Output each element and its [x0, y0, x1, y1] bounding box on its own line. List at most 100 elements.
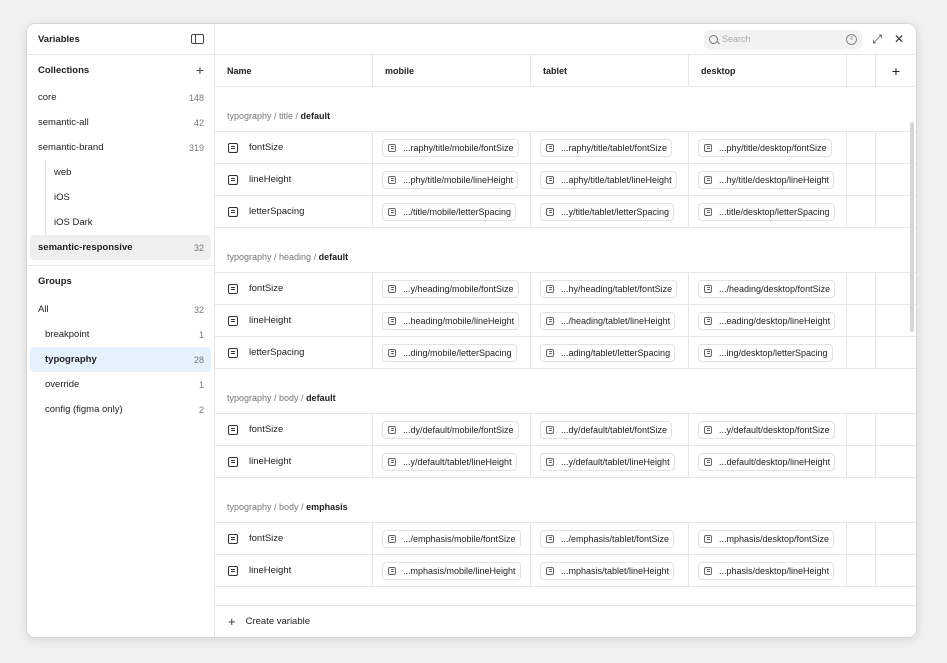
- alias-chip[interactable]: ...hy/title/desktop/lineHeight: [698, 170, 835, 189]
- alias-chip[interactable]: ...mphasis/mobile/lineHeight: [382, 561, 521, 580]
- variable-name-cell[interactable]: lineHeight: [215, 305, 373, 336]
- alias-chip[interactable]: ...title/desktop/letterSpacing: [698, 202, 835, 221]
- value-cell-tablet: ...aphy/title/tablet/lineHeight: [531, 164, 689, 195]
- variable-name-cell[interactable]: lineHeight: [215, 555, 373, 586]
- value-cell-tablet: ...raphy/title/tablet/fontSize: [531, 132, 689, 163]
- variable-name-cell[interactable]: fontSize: [215, 523, 373, 554]
- create-variable-label: Create variable: [245, 616, 311, 627]
- alias-chip[interactable]: ...aphy/title/tablet/lineHeight: [540, 170, 677, 189]
- alias-chip[interactable]: ...dy/default/mobile/fontSize: [382, 420, 519, 439]
- alias-chip[interactable]: ...default/desktop/lineHeight: [698, 452, 836, 471]
- sidebar-toggle-icon[interactable]: [191, 34, 204, 44]
- table-row[interactable]: lineHeight ...mphasis/mobile/lineHeight..…: [215, 555, 916, 587]
- variable-name-cell[interactable]: letterSpacing: [215, 196, 373, 227]
- collection-item-core[interactable]: core 148: [27, 85, 214, 110]
- table-row[interactable]: fontSize ...dy/default/mobile/fontSize...…: [215, 414, 916, 446]
- table-row[interactable]: fontSize .../emphasis/mobile/fontSize .../…: [215, 523, 916, 555]
- table-row[interactable]: letterSpacing .../title/mobile/letterSpac…: [215, 196, 916, 228]
- table-row[interactable]: fontSize ...raphy/title/mobile/fontSize..…: [215, 132, 916, 164]
- table-row[interactable]: lineHeight ...phy/title/mobile/lineHeight…: [215, 164, 916, 196]
- column-header-tablet[interactable]: tablet: [531, 55, 689, 86]
- group-item-config[interactable]: config (figma only) 2: [27, 397, 214, 422]
- group-item-breakpoint[interactable]: breakpoint 1: [27, 322, 214, 347]
- alias-chip[interactable]: ...y/title/tablet/letterSpacing: [540, 202, 675, 221]
- filter-icon[interactable]: ≡: [846, 33, 857, 45]
- close-icon[interactable]: ✕: [892, 32, 906, 46]
- column-header-mobile[interactable]: mobile: [373, 55, 531, 86]
- alias-icon: [704, 207, 712, 216]
- column-header-desktop[interactable]: desktop: [689, 55, 847, 86]
- value-cell-desktop: ...title/desktop/letterSpacing: [689, 196, 847, 227]
- group-item-override[interactable]: override 1: [27, 372, 214, 397]
- alias-chip[interactable]: ...ding/mobile/letterSpacing: [382, 343, 517, 362]
- search-input[interactable]: [722, 34, 842, 44]
- variable-icon: [228, 533, 238, 544]
- alias-icon: [546, 316, 554, 325]
- alias-chip[interactable]: .../emphasis/mobile/fontSize: [382, 529, 521, 548]
- alias-chip[interactable]: ...mphasis/tablet/lineHeight: [540, 561, 675, 580]
- variable-name-cell[interactable]: fontSize: [215, 273, 373, 304]
- alias-icon: [388, 534, 396, 543]
- alias-value: ...ing/desktop/letterSpacing: [719, 347, 828, 358]
- variable-name-cell[interactable]: lineHeight: [215, 164, 373, 195]
- create-variable-button[interactable]: + Create variable: [215, 605, 916, 637]
- group-item-typography[interactable]: typography 28: [30, 347, 211, 372]
- collection-mode-web[interactable]: web: [27, 160, 214, 185]
- alias-value: ...raphy/title/mobile/fontSize: [403, 142, 514, 153]
- alias-chip[interactable]: ...y/heading/mobile/fontSize: [382, 279, 519, 298]
- variable-name-cell[interactable]: lineHeight: [215, 446, 373, 477]
- alias-chip[interactable]: .../heading/tablet/lineHeight: [540, 311, 676, 330]
- alias-chip[interactable]: ...mphasis/desktop/fontSize: [698, 529, 835, 548]
- collection-item-semantic-brand[interactable]: semantic-brand 319: [27, 135, 214, 160]
- alias-icon: [546, 566, 554, 575]
- alias-chip[interactable]: ...raphy/title/tablet/fontSize: [540, 138, 673, 157]
- table-row[interactable]: letterSpacing ...ding/mobile/letterSpacin…: [215, 337, 916, 369]
- variable-name-cell[interactable]: fontSize: [215, 132, 373, 163]
- alias-icon: [388, 457, 396, 466]
- alias-chip[interactable]: ...ing/desktop/letterSpacing: [698, 343, 833, 362]
- group-header: typography / heading / default: [215, 228, 916, 273]
- variable-icon: [228, 424, 238, 435]
- alias-chip[interactable]: ...dy/default/tablet/fontSize: [540, 420, 673, 439]
- collection-mode-ios-dark[interactable]: iOS Dark: [27, 210, 214, 235]
- alias-icon: [704, 534, 712, 543]
- alias-chip[interactable]: .../emphasis/tablet/fontSize: [540, 529, 675, 548]
- table-row[interactable]: fontSize ...y/heading/mobile/fontSize ...h…: [215, 273, 916, 305]
- collection-item-semantic-all[interactable]: semantic-all 42: [27, 110, 214, 135]
- search-box[interactable]: ≡: [704, 29, 862, 49]
- scrollbar[interactable]: [910, 122, 914, 332]
- expand-icon[interactable]: ⤢: [870, 32, 884, 46]
- alias-chip[interactable]: ...ading/tablet/letterSpacing: [540, 343, 676, 362]
- alias-value: ...mphasis/desktop/fontSize: [719, 533, 830, 544]
- collection-item-semantic-responsive[interactable]: semantic-responsive 32: [30, 235, 211, 260]
- variable-name: fontSize: [249, 424, 284, 435]
- table-row[interactable]: lineHeight ...y/default/tablet/lineHeight…: [215, 446, 916, 478]
- alias-icon: [388, 207, 396, 216]
- alias-icon: [546, 425, 554, 434]
- value-cell-tablet: ...y/default/tablet/lineHeight: [531, 446, 689, 477]
- group-item-all[interactable]: All 32: [27, 297, 214, 322]
- alias-chip[interactable]: ...y/default/tablet/lineHeight: [540, 452, 675, 471]
- collection-mode-ios[interactable]: iOS: [27, 185, 214, 210]
- variable-icon: [228, 347, 238, 358]
- variable-name-cell[interactable]: letterSpacing: [215, 337, 373, 368]
- variable-name: fontSize: [249, 283, 284, 294]
- add-mode-icon[interactable]: +: [876, 55, 916, 86]
- alias-chip[interactable]: ...phasis/desktop/lineHeight: [698, 561, 835, 580]
- table-row[interactable]: lineHeight ...heading/mobile/lineHeight..…: [215, 305, 916, 337]
- alias-chip[interactable]: ...y/default/desktop/fontSize: [698, 420, 835, 439]
- alias-chip[interactable]: ...hy/heading/tablet/fontSize: [540, 279, 678, 298]
- alias-chip[interactable]: .../title/mobile/letterSpacing: [382, 202, 517, 221]
- alias-chip[interactable]: ...y/default/tablet/lineHeight: [382, 452, 517, 471]
- alias-value: ...mphasis/mobile/lineHeight: [403, 565, 516, 576]
- alias-chip[interactable]: ...phy/title/mobile/lineHeight: [382, 170, 519, 189]
- variable-name-cell[interactable]: fontSize: [215, 414, 373, 445]
- collections-header: Collections +: [27, 55, 214, 85]
- add-collection-icon[interactable]: +: [196, 63, 204, 77]
- alias-chip[interactable]: .../heading/desktop/fontSize: [698, 279, 836, 298]
- variable-name: lineHeight: [249, 565, 292, 576]
- alias-chip[interactable]: ...phy/title/desktop/fontSize: [698, 138, 832, 157]
- alias-chip[interactable]: ...raphy/title/mobile/fontSize: [382, 138, 519, 157]
- alias-chip[interactable]: ...eading/desktop/lineHeight: [698, 311, 836, 330]
- alias-chip[interactable]: ...heading/mobile/lineHeight: [382, 311, 520, 330]
